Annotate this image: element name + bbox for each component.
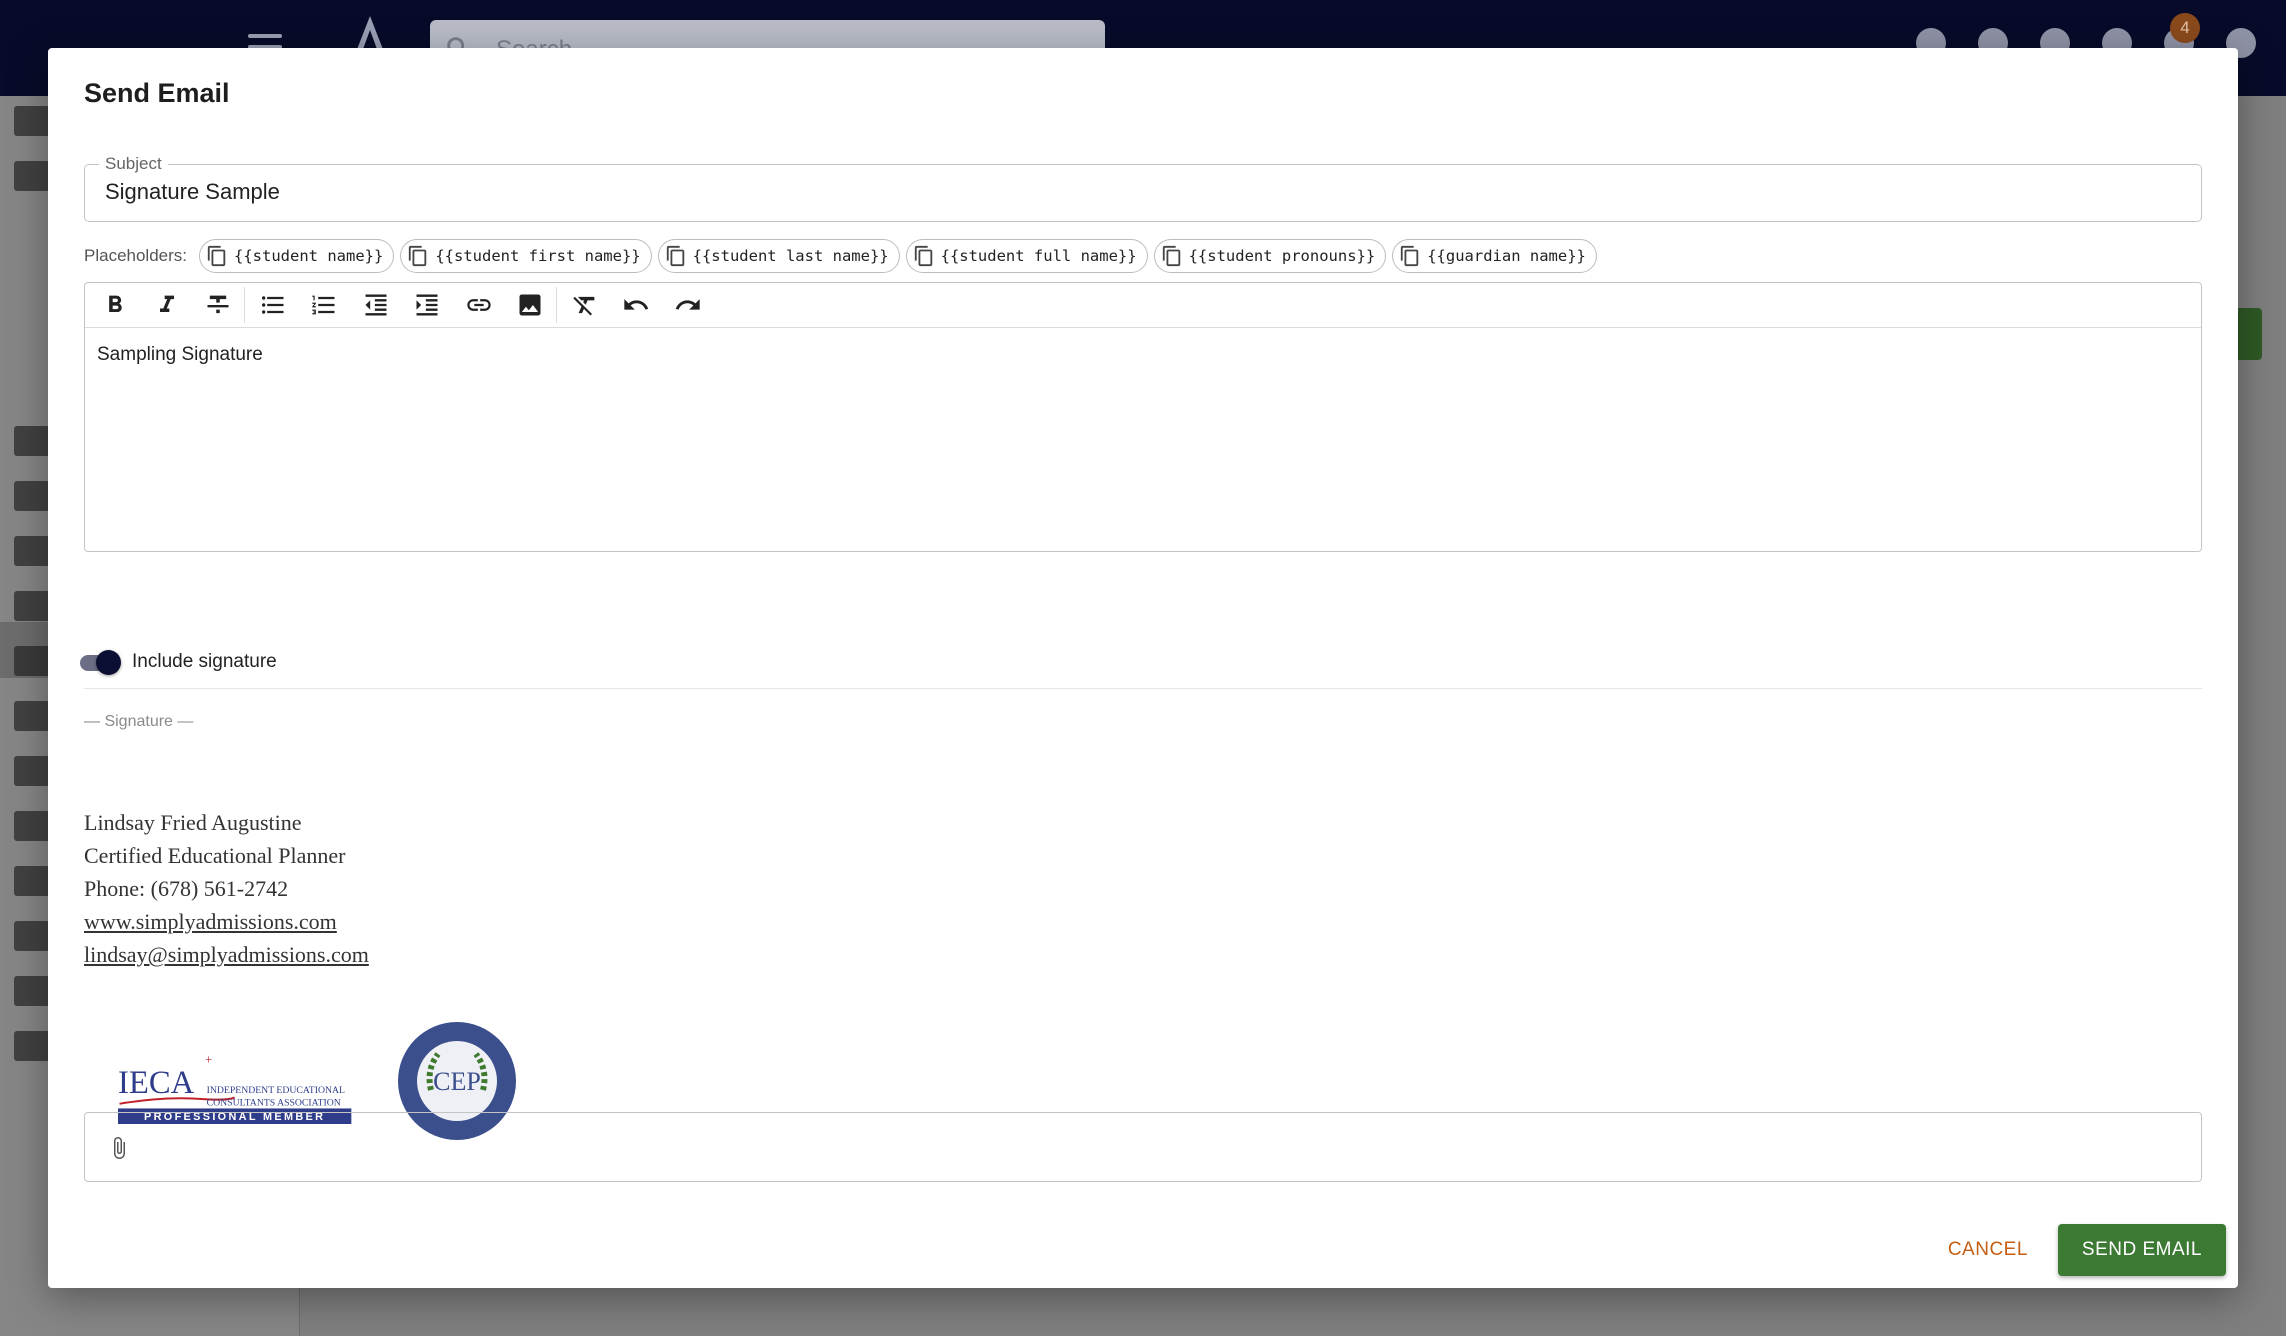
italic-icon <box>159 295 174 312</box>
placeholders-row: Placeholders: {{student name}} {{student… <box>84 238 1603 274</box>
mail-icon[interactable] <box>14 921 50 951</box>
copy-icon <box>1162 245 1180 267</box>
link-button[interactable] <box>457 285 501 325</box>
subject-label: Subject <box>99 154 168 174</box>
copy-icon <box>1401 245 1419 267</box>
signature-block: Lindsay Fried Augustine Certified Educat… <box>84 806 369 971</box>
bold-button[interactable] <box>93 285 137 325</box>
svg-text:+: + <box>205 1054 212 1066</box>
undo-icon <box>624 299 649 310</box>
columns-icon[interactable] <box>14 481 50 511</box>
copy-icon <box>914 245 932 267</box>
chip-label: {{student pronouns}} <box>1188 247 1376 265</box>
document-icon[interactable] <box>14 866 50 896</box>
placeholder-chip-student-pronouns[interactable]: {{student pronouns}} <box>1153 239 1387 273</box>
copy-icon <box>207 245 226 267</box>
list-icon[interactable] <box>14 646 50 676</box>
numbered-list-button[interactable] <box>302 285 346 325</box>
clear-format-icon <box>572 296 594 316</box>
media-icon[interactable] <box>14 701 50 731</box>
numbered-list-icon <box>312 295 335 315</box>
placeholder-chip-student-full-name[interactable]: {{student full name}} <box>905 239 1148 273</box>
image-button[interactable] <box>508 285 552 325</box>
toolbar-divider <box>243 287 245 323</box>
email-body[interactable]: Sampling Signature <box>85 328 2201 382</box>
strikethrough-button[interactable] <box>196 285 240 325</box>
indent-icon <box>416 294 438 316</box>
notification-badge: 4 <box>2170 13 2200 43</box>
placeholder-chip-student-first-name[interactable]: {{student first name}} <box>400 239 652 273</box>
dialog-title: Send Email <box>84 78 230 108</box>
outdent-button[interactable] <box>354 285 398 325</box>
bold-icon <box>109 295 122 312</box>
link-icon <box>466 299 491 311</box>
ieca-line1: INDEPENDENT EDUCATIONAL <box>207 1085 345 1096</box>
chip-label: {{guardian name}} <box>1427 247 1586 265</box>
signature-website-link[interactable]: www.simplyadmissions.com <box>84 909 337 934</box>
ieca-line2: CONSULTANTS ASSOCIATION <box>207 1097 341 1108</box>
include-signature-label: Include signature <box>132 651 277 672</box>
outdent-icon <box>365 294 386 316</box>
redo-icon <box>675 299 700 310</box>
toolbar-divider <box>555 287 557 323</box>
attachments-field[interactable] <box>84 1112 2202 1182</box>
clear-format-button[interactable] <box>563 285 607 325</box>
include-signature-toggle[interactable] <box>76 650 122 675</box>
toggle-thumb <box>96 650 121 675</box>
signature-caption: — Signature — <box>84 713 194 730</box>
chip-label: {{student last name}} <box>692 247 889 265</box>
subject-input[interactable] <box>105 179 2175 205</box>
divider <box>84 688 2202 689</box>
dashboard-icon[interactable] <box>14 106 50 136</box>
book-icon[interactable] <box>14 811 50 841</box>
signature-email-link[interactable]: lindsay@simplyadmissions.com <box>84 942 369 967</box>
checklist-icon[interactable] <box>14 591 50 621</box>
indent-button[interactable] <box>405 285 449 325</box>
signature-phone: Phone: (678) 561-2742 <box>84 876 289 901</box>
bullet-list-button[interactable] <box>251 285 295 325</box>
merge-icon[interactable] <box>14 756 50 786</box>
signature-name: Lindsay Fried Augustine <box>84 810 302 835</box>
students-icon[interactable] <box>14 161 50 191</box>
chip-label: {{student full name}} <box>940 247 1137 265</box>
placeholder-chip-student-last-name[interactable]: {{student last name}} <box>657 239 900 273</box>
signature-title: Certified Educational Planner <box>84 843 346 868</box>
ieca-letters: IECA <box>118 1065 195 1101</box>
dollar-icon[interactable] <box>14 976 50 1006</box>
paperclip-icon[interactable] <box>107 1135 131 1161</box>
rich-text-editor: Sampling Signature <box>84 282 2202 552</box>
copy-icon <box>409 245 427 267</box>
redo-button[interactable] <box>666 285 710 325</box>
send-email-button[interactable]: SEND EMAIL <box>2057 1224 2226 1276</box>
chip-label: {{student first name}} <box>435 247 641 265</box>
placeholder-chip-guardian-name[interactable]: {{guardian name}} <box>1392 239 1597 273</box>
editor-toolbar <box>85 283 2201 328</box>
placeholders-label: Placeholders: <box>84 246 188 265</box>
subject-field[interactable]: Subject <box>84 154 2202 222</box>
contacts-icon[interactable] <box>14 536 50 566</box>
cancel-button[interactable]: CANCEL <box>1924 1225 2052 1275</box>
feedback-icon[interactable] <box>14 1031 50 1061</box>
school-icon[interactable] <box>14 426 50 456</box>
italic-button[interactable] <box>145 285 189 325</box>
send-email-dialog: Send Email Subject Placeholders: {{stude… <box>48 48 2238 1288</box>
image-icon <box>519 294 541 316</box>
strikethrough-icon <box>207 295 229 314</box>
include-signature-row: Include signature <box>76 650 277 675</box>
undo-button[interactable] <box>614 285 658 325</box>
chip-label: {{student name}} <box>234 247 384 265</box>
placeholder-chip-student-name[interactable]: {{student name}} <box>199 239 395 273</box>
bullet-list-icon <box>261 296 283 314</box>
cep-center-text: CEP <box>433 1067 481 1096</box>
dialog-actions: CANCEL SEND EMAIL <box>1924 1224 2226 1276</box>
copy-icon <box>666 245 684 267</box>
